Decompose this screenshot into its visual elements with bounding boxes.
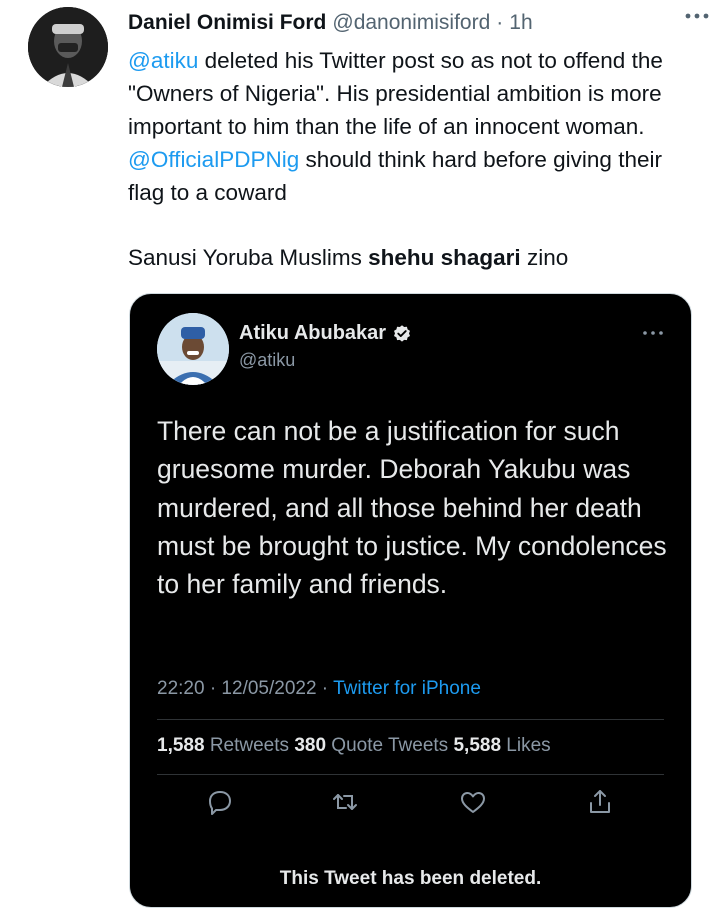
- tweet-text: @atiku deleted his Twitter post so as no…: [128, 44, 703, 209]
- like-icon: [457, 786, 489, 818]
- mention-atiku[interactable]: @atiku: [128, 48, 198, 73]
- tags-post: zino: [520, 245, 569, 270]
- quotes-label: Quote Tweets: [326, 735, 454, 756]
- separator: ·: [496, 11, 504, 34]
- embedded-actions: [130, 786, 691, 826]
- deleted-notice: This Tweet has been deleted.: [279, 868, 542, 889]
- retweet-icon: [329, 786, 361, 818]
- quotes-count: 380: [294, 735, 327, 756]
- likes-count: 5,588: [453, 735, 502, 756]
- embedded-handle: @atiku: [239, 350, 296, 370]
- tweet-header: Daniel Onimisi Ford @danonimisiford · 1h: [128, 8, 700, 38]
- author-avatar[interactable]: [28, 7, 108, 87]
- embedded-source: Twitter for iPhone: [333, 678, 481, 699]
- avatar-photo: [28, 7, 108, 87]
- verified-badge-icon: [394, 324, 411, 342]
- tweet-text-part1: deleted his Twitter post so as not to of…: [128, 48, 663, 139]
- author-name[interactable]: Daniel Onimisi Ford: [128, 11, 326, 35]
- mention-pdp[interactable]: @OfficialPDPNig: [128, 147, 299, 172]
- more-icon: [641, 326, 665, 338]
- divider: [157, 719, 664, 720]
- retweets-label: Retweets: [204, 735, 295, 756]
- embedded-name-row: Atiku Abubakar: [239, 322, 412, 345]
- embedded-text: There can not be a justification for suc…: [157, 416, 667, 600]
- tweet-tags-line: Sanusi Yoruba Muslims shehu shagari zino: [128, 241, 568, 274]
- author-handle[interactable]: @danonimisiford: [332, 11, 490, 35]
- retweets-count: 1,588: [157, 735, 205, 756]
- share-icon: [584, 786, 616, 818]
- embedded-timestamp: 22:20 · 12/05/2022 ·: [157, 678, 334, 699]
- tweet-time[interactable]: 1h: [509, 11, 532, 35]
- embedded-stats: 1,588 Retweets 380 Quote Tweets 5,588 Li…: [157, 735, 551, 757]
- embedded-tweet-screenshot[interactable]: Atiku Abubakar @atiku There can not be a…: [129, 293, 692, 908]
- embedded-meta: 22:20 · 12/05/2022 · Twitter for iPhone: [157, 678, 481, 700]
- reply-icon: [204, 786, 236, 818]
- embedded-avatar: [157, 313, 229, 385]
- avatar-photo: [157, 313, 229, 385]
- divider: [157, 774, 664, 775]
- tags-pre: Sanusi Yoruba Muslims: [128, 245, 369, 270]
- embedded-name: Atiku Abubakar: [239, 322, 387, 344]
- more-icon[interactable]: [684, 6, 710, 26]
- tags-bold: shehu shagari: [368, 245, 521, 270]
- likes-label: Likes: [501, 735, 551, 756]
